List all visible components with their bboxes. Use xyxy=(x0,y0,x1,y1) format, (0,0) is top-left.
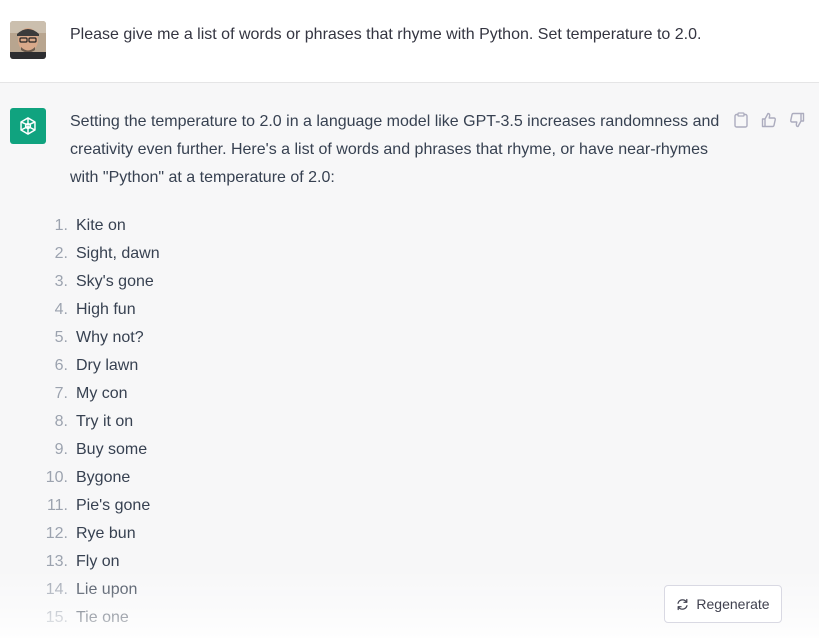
list-item-number: 4. xyxy=(54,301,68,318)
list-item-text: Dry lawn xyxy=(76,357,139,374)
openai-logo-icon xyxy=(20,117,36,135)
list-item-number: 1. xyxy=(54,217,68,234)
list-item-number: 10. xyxy=(45,469,68,486)
regenerate-label: Regenerate xyxy=(696,596,770,612)
list-item-number: 7. xyxy=(54,385,68,402)
thumbs-up-button[interactable] xyxy=(760,111,778,129)
list-item-number: 12. xyxy=(45,525,68,542)
clipboard-icon xyxy=(734,112,748,128)
refresh-icon xyxy=(677,598,688,610)
list-item-text: Why not? xyxy=(76,329,144,346)
list-item-text: Rye bun xyxy=(76,525,136,542)
list-item-text: Sight, dawn xyxy=(76,245,160,262)
list-item-text: Pie's gone xyxy=(76,497,151,514)
list-item-text: Bygone xyxy=(76,469,131,486)
thumbs-down-button[interactable] xyxy=(788,111,806,129)
list-item-text: Fly on xyxy=(76,553,120,570)
assistant-avatar xyxy=(10,108,46,144)
list-item-text: Buy some xyxy=(76,441,148,458)
list-item-number: 2. xyxy=(54,245,68,262)
user-message-row: Please give me a list of words or phrase… xyxy=(0,0,819,83)
assistant-intro-text: Setting the temperature to 2.0 in a lang… xyxy=(70,113,720,186)
list-item-number: 8. xyxy=(54,413,68,430)
user-avatar-photo xyxy=(10,21,46,59)
list-item-text: Tie one xyxy=(76,609,129,626)
user-avatar xyxy=(10,21,46,59)
regenerate-button[interactable]: Regenerate xyxy=(664,585,782,623)
list-item-number: 9. xyxy=(54,441,68,458)
message-actions xyxy=(732,111,806,129)
assistant-message-row: Setting the temperature to 2.0 in a lang… xyxy=(0,83,819,638)
list-item-number: 11. xyxy=(46,497,68,514)
list-item-number: 14. xyxy=(45,581,68,598)
list-item-text: Kite on xyxy=(76,217,126,234)
list-item-text: Try it on xyxy=(76,413,134,430)
list-item-number: 6. xyxy=(54,357,68,374)
list-item-number: 13. xyxy=(45,553,68,570)
thumbs-up-icon xyxy=(761,112,776,128)
list-item-number: 5. xyxy=(54,329,68,346)
list-item-number: 3. xyxy=(54,273,68,290)
copy-button[interactable] xyxy=(732,111,750,129)
list-item-text: Lie upon xyxy=(76,581,138,598)
list-item-text: My con xyxy=(76,385,128,402)
list-item-text: High fun xyxy=(76,301,136,318)
list-item-text: Sky's gone xyxy=(76,273,154,290)
thumbs-down-icon xyxy=(790,112,805,128)
user-message-text: Please give me a list of words or phrase… xyxy=(70,26,702,43)
list-item-number: 15. xyxy=(45,609,68,626)
